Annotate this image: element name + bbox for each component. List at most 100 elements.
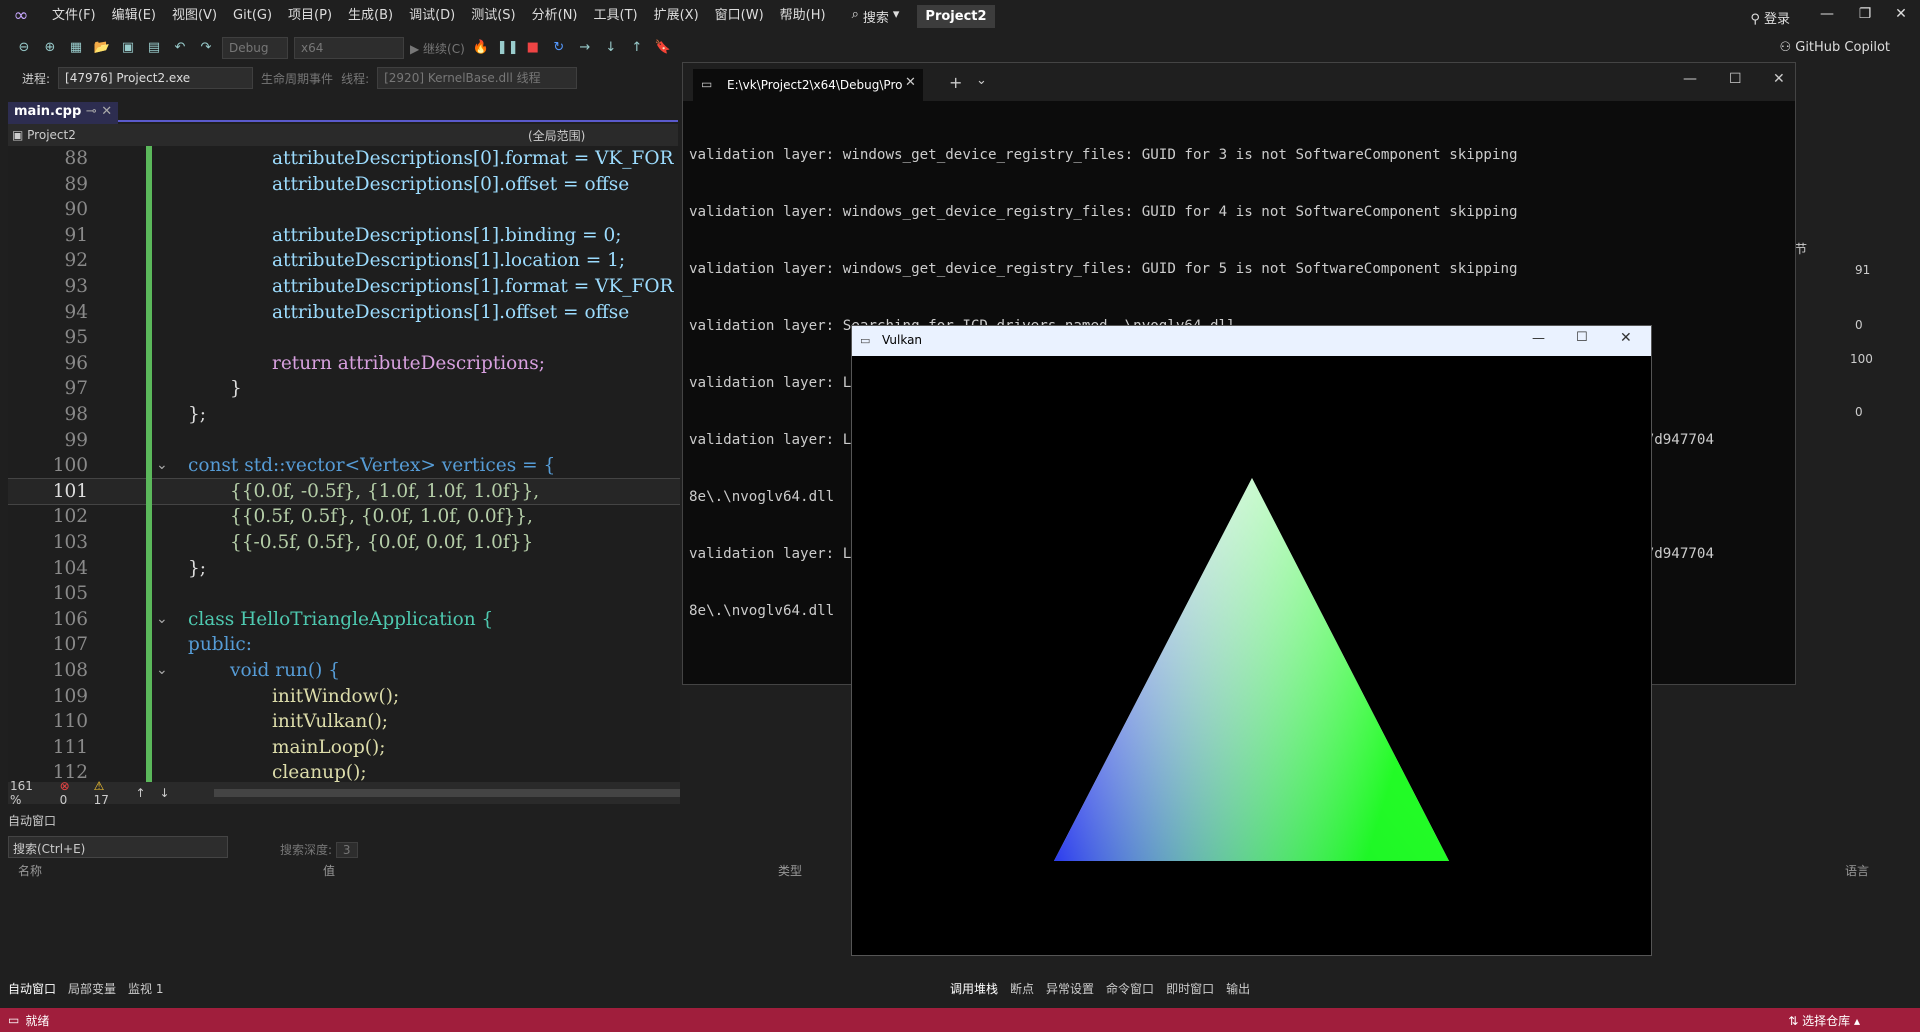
stop-icon[interactable]: ■ [523, 38, 543, 58]
menu-build[interactable]: 生成(B) [340, 0, 401, 32]
platform-select[interactable]: x64 [294, 37, 404, 59]
line-text: initWindow(); [272, 685, 400, 707]
line-number: 100 [52, 455, 88, 477]
menu-debug[interactable]: 调试(D) [401, 0, 463, 32]
zoom-level[interactable]: 161 % [10, 779, 46, 807]
close-icon[interactable]: ✕ [1886, 6, 1916, 22]
lifecycle-events-button[interactable]: 生命周期事件 [261, 70, 333, 87]
continue-button[interactable]: ▶ 继续(C) [410, 40, 465, 57]
close-icon[interactable]: ✕ [1773, 71, 1785, 87]
chevron-down-icon[interactable]: ⌄ [976, 73, 987, 88]
process-select[interactable]: [47976] Project2.exe [58, 67, 254, 89]
menu-project[interactable]: 项目(P) [280, 0, 340, 32]
project-nav-dropdown[interactable]: ▣ Project2 [8, 128, 528, 142]
github-copilot-button[interactable]: ⚇ GitHub Copilot [1779, 40, 1890, 55]
pin-icon[interactable]: ⊸ [86, 104, 97, 119]
editor-status-bar: 161 % ⊗ 0 ⚠ 17 ↑ ↓ [8, 779, 680, 807]
scope-nav-dropdown[interactable]: (全局范围) [528, 127, 585, 144]
select-repo-button[interactable]: ⇅ 选择仓库 ▴ [1788, 1012, 1860, 1029]
new-item-icon[interactable]: ▦ [66, 38, 86, 58]
tab-breakpoints[interactable]: 断点 [1010, 980, 1034, 997]
restore-icon[interactable]: ❐ [1850, 6, 1880, 22]
console-tab[interactable]: E:\vk\Project2\x64\Debug\Pro [693, 69, 923, 101]
search-depth-select[interactable]: 3 [335, 842, 358, 858]
new-tab-icon[interactable]: + [949, 73, 962, 92]
line-number: 90 [64, 199, 88, 221]
undo-icon[interactable]: ↶ [170, 38, 190, 58]
search-menu[interactable]: ⌕ 搜索 ▾ [846, 7, 906, 26]
warning-count[interactable]: ⚠ 17 [94, 779, 122, 807]
menu-test[interactable]: 测试(S) [463, 0, 523, 32]
bookmark-icon[interactable]: 🔖 [653, 38, 673, 58]
line-text: }; [188, 557, 207, 579]
tab-autos[interactable]: 自动窗口 [8, 980, 56, 997]
col-language[interactable]: 语言 [1845, 862, 1869, 879]
forward-icon[interactable]: ⊕ [40, 38, 60, 58]
col-type[interactable]: 类型 [778, 862, 802, 879]
horizontal-scrollbar[interactable] [213, 789, 680, 797]
line-number: 97 [64, 378, 88, 400]
minimize-icon[interactable]: — [1812, 6, 1842, 22]
col-value[interactable]: 值 [323, 862, 335, 879]
code-line: 106 ⌄ class HelloTriangleApplication { [8, 607, 680, 633]
vulkan-window[interactable]: ▭ Vulkan — ☐ ✕ [851, 325, 1652, 956]
console-line: validation layer: windows_get_device_reg… [689, 147, 1518, 163]
save-icon[interactable]: ▣ [118, 38, 138, 58]
code-line: 91 attributeDescriptions[1].binding = 0; [8, 223, 680, 249]
menu-window[interactable]: 窗口(W) [707, 0, 772, 32]
prev-issue-icon[interactable]: ↑ [135, 786, 145, 800]
close-icon[interactable]: ✕ [1620, 330, 1632, 346]
redo-icon[interactable]: ↷ [196, 38, 216, 58]
hot-reload-icon[interactable]: 🔥 [471, 38, 491, 58]
tab-watch-1[interactable]: 监视 1 [128, 980, 163, 997]
menu-extensions[interactable]: 扩展(X) [646, 0, 707, 32]
error-count[interactable]: ⊗ 0 [60, 779, 80, 807]
menu-view[interactable]: 视图(V) [164, 0, 225, 32]
step-into-icon[interactable]: ↓ [601, 38, 621, 58]
maximize-icon[interactable]: ☐ [1576, 330, 1588, 345]
fold-icon[interactable]: ⌄ [156, 453, 168, 479]
tab-command-window[interactable]: 命令窗口 [1106, 980, 1154, 997]
login-button[interactable]: ⚲ 登录 [1750, 8, 1790, 27]
menu-file[interactable]: 文件(F) [44, 0, 104, 32]
minimize-icon[interactable]: — [1683, 71, 1697, 87]
maximize-icon[interactable]: ☐ [1729, 71, 1742, 87]
col-name[interactable]: 名称 [18, 862, 42, 879]
menu-tools[interactable]: 工具(T) [586, 0, 646, 32]
thread-select[interactable]: [2920] KernelBase.dll 线程 [377, 67, 578, 89]
line-number: 103 [52, 532, 88, 553]
fold-icon[interactable]: ⌄ [156, 607, 168, 633]
close-tab-icon[interactable]: ✕ [905, 75, 916, 90]
menu-edit[interactable]: 编辑(E) [104, 0, 164, 32]
line-text: return attributeDescriptions; [272, 352, 545, 374]
line-number: 95 [64, 327, 88, 349]
tab-output[interactable]: 输出 [1226, 980, 1250, 997]
back-icon[interactable]: ⊖ [14, 38, 34, 58]
step-out-icon[interactable]: ↑ [627, 38, 647, 58]
menu-analyze[interactable]: 分析(N) [524, 0, 586, 32]
next-issue-icon[interactable]: ↓ [160, 786, 170, 800]
menu-help[interactable]: 帮助(H) [772, 0, 834, 32]
tab-immediate-window[interactable]: 即时窗口 [1166, 980, 1214, 997]
pause-icon[interactable]: ❚❚ [497, 38, 519, 58]
tab-main-cpp[interactable]: main.cpp ⊸ ✕ [8, 102, 119, 124]
fold-icon[interactable]: ⌄ [156, 658, 168, 684]
line-number: 94 [64, 301, 88, 323]
minimize-icon[interactable]: — [1532, 331, 1545, 346]
code-editor[interactable]: 88 attributeDescriptions[0].format = VK_F… [8, 146, 680, 782]
autos-column-headers: 名称 值 类型 [8, 862, 848, 880]
code-line: 96 return attributeDescriptions; [8, 351, 680, 377]
configuration-select[interactable]: Debug [222, 37, 288, 59]
tab-exception-settings[interactable]: 异常设置 [1046, 980, 1094, 997]
close-tab-icon[interactable]: ✕ [101, 104, 112, 119]
restart-icon[interactable]: ↻ [549, 38, 569, 58]
visual-studio-logo-icon: ∞ [13, 5, 29, 26]
code-line: 100 ⌄ const std::vector<Vertex> vertices =… [8, 453, 680, 479]
tab-locals[interactable]: 局部变量 [68, 980, 116, 997]
save-all-icon[interactable]: ▤ [144, 38, 164, 58]
open-icon[interactable]: 📂 [92, 38, 112, 58]
menu-git[interactable]: Git(G) [225, 0, 280, 32]
autos-search-input[interactable]: 搜索(Ctrl+E) [8, 836, 228, 858]
tab-call-stack[interactable]: 调用堆栈 [950, 980, 998, 997]
step-over-icon[interactable]: → [575, 38, 595, 58]
